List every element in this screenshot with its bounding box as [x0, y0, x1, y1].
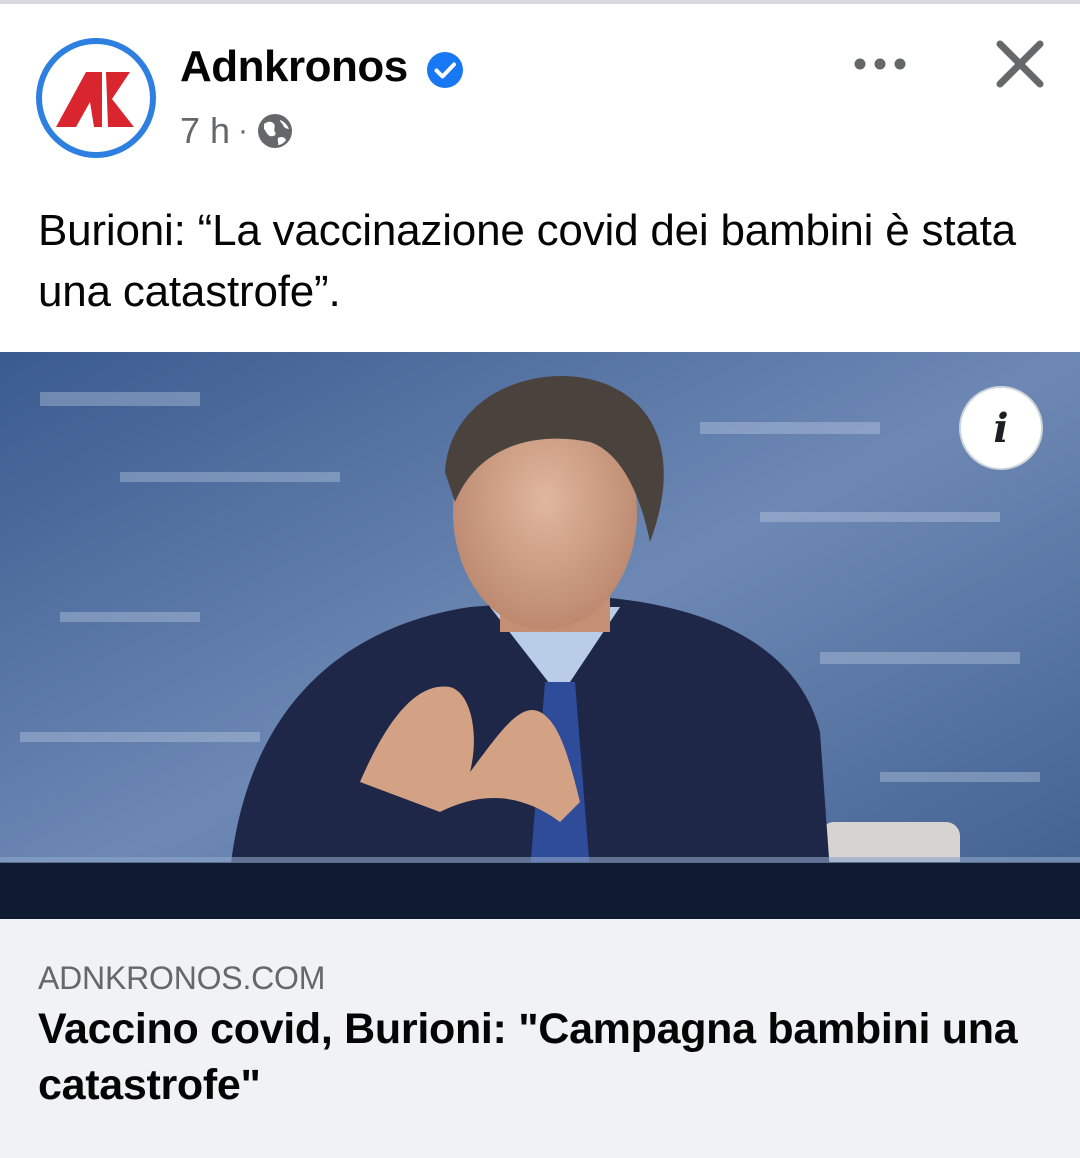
link-domain: ADNKRONOS.COM	[38, 960, 326, 996]
more-options-button[interactable]	[852, 46, 908, 82]
post-photo[interactable]	[0, 352, 1080, 919]
info-icon: i	[959, 386, 1043, 470]
svg-text:i: i	[993, 405, 1008, 452]
post-meta: 7 h ·	[180, 108, 294, 154]
page-name[interactable]: Adnkronos	[180, 40, 408, 94]
adnkronos-logo	[42, 44, 150, 152]
meta-separator: ·	[238, 114, 249, 147]
info-button[interactable]: i	[958, 385, 1044, 471]
post-timestamp[interactable]: 7 h	[180, 110, 230, 152]
link-title[interactable]: Vaccino covid, Burioni: "Campagna bambin…	[38, 1001, 1038, 1113]
globe-icon	[258, 114, 293, 148]
close-button[interactable]	[994, 38, 1046, 90]
post-text: Burioni: “La vaccinazione covid dei bamb…	[38, 206, 1016, 316]
page-avatar[interactable]	[36, 38, 156, 158]
verified-badge-icon	[427, 52, 463, 88]
top-divider	[0, 0, 1080, 4]
